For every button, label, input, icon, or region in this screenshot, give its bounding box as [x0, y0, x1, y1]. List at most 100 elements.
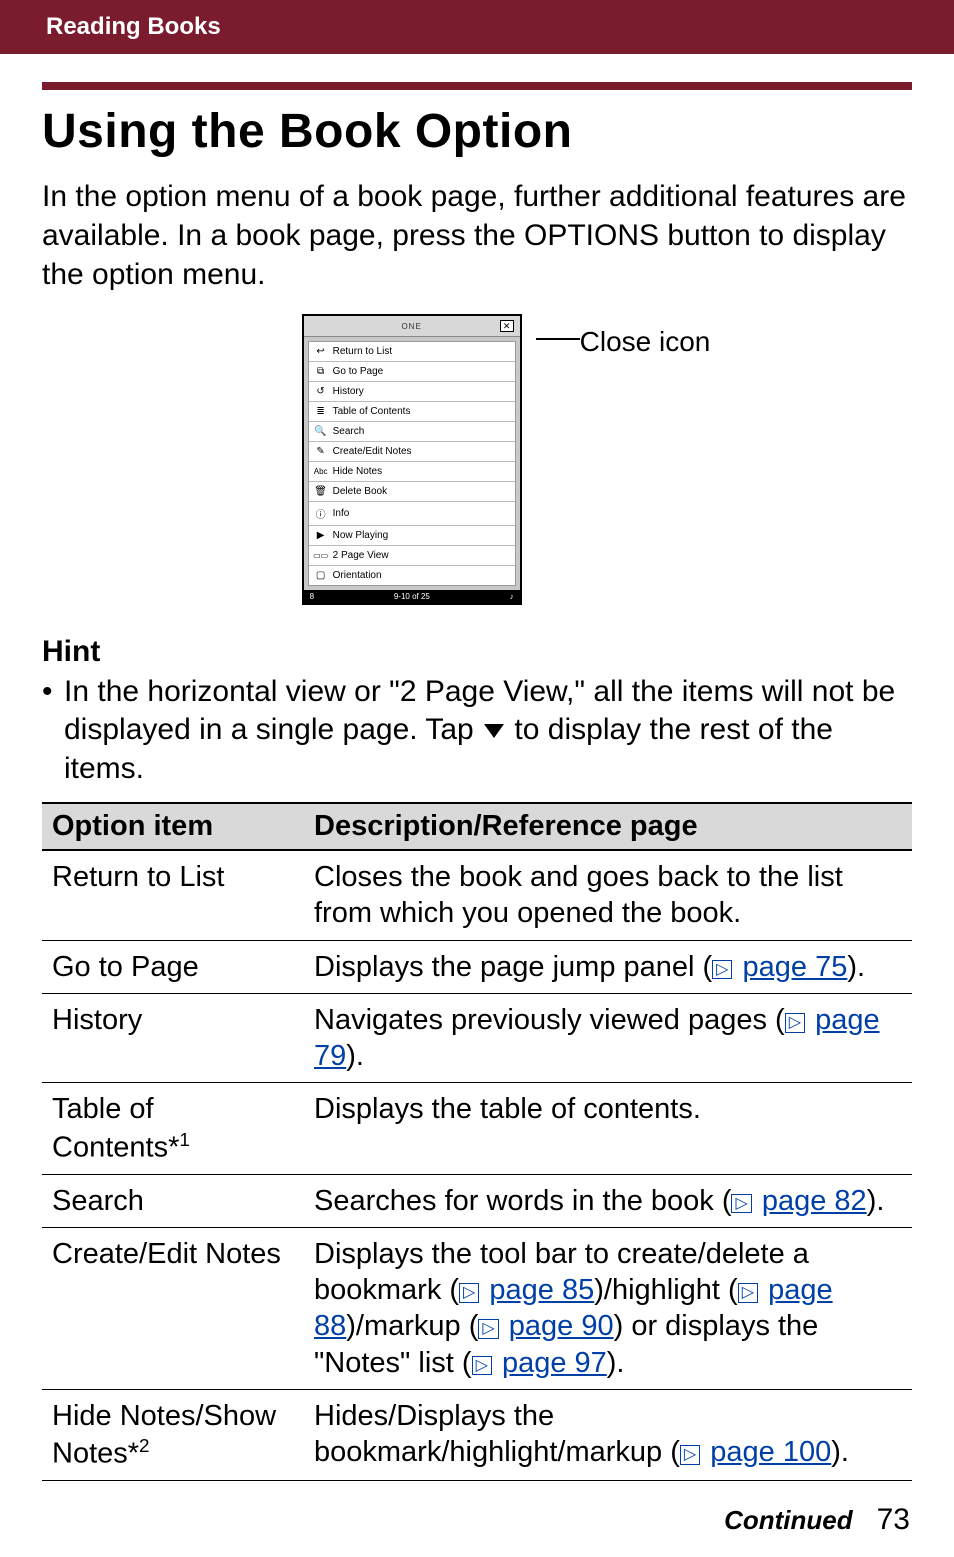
cell-item: Table of Contents*1	[42, 1083, 304, 1174]
footnote-marker: 2	[139, 1435, 149, 1456]
table-row: Go to Page Displays the page jump panel …	[42, 940, 912, 993]
cell-desc: Displays the tool bar to create/delete a…	[304, 1227, 912, 1389]
trash-icon: 🗑	[315, 486, 327, 497]
reference-icon: ▷	[731, 1194, 751, 1214]
down-triangle-icon	[484, 724, 504, 738]
menu-item-label: History	[333, 386, 364, 397]
figure: ONE ✕ ↩ Return to List ⧉ Go to Page ↺ Histo…	[42, 314, 912, 605]
callout-label: Close icon	[580, 326, 711, 358]
page-link[interactable]: page 82	[762, 1185, 867, 1217]
menu-item-label: 2 Page View	[333, 550, 389, 561]
page-number: 73	[877, 1503, 910, 1537]
orientation-icon: ▢	[315, 570, 327, 581]
play-icon: ▶	[315, 530, 327, 541]
page-link[interactable]: page 97	[502, 1347, 607, 1379]
reference-icon: ▷	[785, 1013, 805, 1033]
pencil-icon: ✎	[315, 446, 327, 457]
cell-desc: Displays the page jump panel (▷ page 75)…	[304, 940, 912, 993]
cell-desc: Hides/Displays the bookmark/highlight/ma…	[304, 1389, 912, 1480]
cell-item: Return to List	[42, 850, 304, 940]
page-footer: Continued 73	[724, 1503, 910, 1537]
menu-item-label: Now Playing	[333, 530, 389, 541]
menu-item-label: Return to List	[333, 346, 392, 357]
table-row: Table of Contents*1 Displays the table o…	[42, 1083, 912, 1174]
reference-icon: ▷	[478, 1319, 498, 1339]
menu-item-return-to-list[interactable]: ↩ Return to List	[309, 342, 515, 362]
options-table: Option item Description/Reference page R…	[42, 802, 912, 1481]
menu-item-label: Info	[333, 508, 350, 519]
info-icon: ⓘ	[315, 506, 327, 521]
abc-icon: Abc	[315, 467, 327, 476]
device-brand: ONE	[324, 322, 500, 331]
list-icon: ≣	[315, 406, 327, 417]
page-link[interactable]: page 90	[509, 1310, 614, 1342]
return-icon: ↩	[315, 346, 327, 357]
reference-icon: ▷	[712, 960, 732, 980]
table-row: Return to List Closes the book and goes …	[42, 850, 912, 940]
cell-item: History	[42, 993, 304, 1083]
page-link[interactable]: page 85	[489, 1274, 594, 1306]
page-link[interactable]: page 75	[743, 951, 848, 983]
option-menu: ↩ Return to List ⧉ Go to Page ↺ History ≣ Ta…	[308, 341, 516, 586]
cell-item: Search	[42, 1174, 304, 1227]
pages-icon: ⧉	[315, 366, 327, 377]
menu-item-search[interactable]: 🔍 Search	[309, 422, 515, 442]
footer-right-icon: ♪	[510, 592, 514, 601]
close-icon[interactable]: ✕	[500, 320, 514, 332]
history-icon: ↺	[315, 386, 327, 397]
top-bar: Reading Books	[0, 0, 954, 54]
device-screenshot: ONE ✕ ↩ Return to List ⧉ Go to Page ↺ Histo…	[302, 314, 522, 605]
menu-item-label: Orientation	[333, 570, 382, 581]
continued-label: Continued	[724, 1505, 853, 1536]
hint-heading: Hint	[42, 635, 912, 669]
table-row: History Navigates previously viewed page…	[42, 993, 912, 1083]
footer-center: 9-10 of 25	[394, 592, 430, 601]
bullet-icon: •	[42, 673, 64, 788]
table-row: Hide Notes/Show Notes*2 Hides/Displays t…	[42, 1389, 912, 1480]
two-page-icon: ▭▭	[315, 551, 327, 560]
menu-item-label: Hide Notes	[333, 466, 382, 477]
hint-bullet: • In the horizontal view or "2 Page View…	[42, 673, 912, 788]
page-link[interactable]: page 100	[710, 1436, 831, 1468]
page-title: Using the Book Option	[42, 104, 912, 159]
col-header-desc: Description/Reference page	[304, 803, 912, 850]
reference-icon: ▷	[459, 1283, 479, 1303]
menu-item-toc[interactable]: ≣ Table of Contents	[309, 402, 515, 422]
breadcrumb: Reading Books	[40, 13, 221, 41]
col-header-item: Option item	[42, 803, 304, 850]
menu-item-orientation[interactable]: ▢ Orientation	[309, 566, 515, 585]
cell-item: Hide Notes/Show Notes*2	[42, 1389, 304, 1480]
cell-item: Create/Edit Notes	[42, 1227, 304, 1389]
reference-icon: ▷	[472, 1356, 492, 1376]
reference-icon: ▷	[680, 1445, 700, 1465]
menu-item-label: Create/Edit Notes	[333, 446, 412, 457]
callout-leader-line	[536, 338, 580, 340]
footer-left: 8	[310, 592, 314, 601]
cell-desc: Navigates previously viewed pages (▷ pag…	[304, 993, 912, 1083]
menu-item-label: Search	[333, 426, 365, 437]
menu-item-hide-notes[interactable]: Abc Hide Notes	[309, 462, 515, 482]
device-footer: 8 9-10 of 25 ♪	[304, 590, 520, 603]
menu-item-label: Go to Page	[333, 366, 384, 377]
menu-item-delete-book[interactable]: 🗑 Delete Book	[309, 482, 515, 502]
cell-item: Go to Page	[42, 940, 304, 993]
search-icon: 🔍	[315, 426, 327, 437]
intro-paragraph: In the option menu of a book page, furth…	[42, 177, 912, 294]
menu-item-label: Table of Contents	[333, 406, 411, 417]
menu-item-create-edit-notes[interactable]: ✎ Create/Edit Notes	[309, 442, 515, 462]
table-row: Create/Edit Notes Displays the tool bar …	[42, 1227, 912, 1389]
cell-desc: Searches for words in the book (▷ page 8…	[304, 1174, 912, 1227]
menu-item-history[interactable]: ↺ History	[309, 382, 515, 402]
footnote-marker: 1	[179, 1129, 189, 1150]
cell-desc: Closes the book and goes back to the lis…	[304, 850, 912, 940]
menu-item-go-to-page[interactable]: ⧉ Go to Page	[309, 362, 515, 382]
title-rule	[42, 82, 912, 90]
table-row: Search Searches for words in the book (▷…	[42, 1174, 912, 1227]
menu-item-label: Delete Book	[333, 486, 387, 497]
menu-item-now-playing[interactable]: ▶ Now Playing	[309, 526, 515, 546]
reference-icon: ▷	[738, 1283, 758, 1303]
menu-item-two-page-view[interactable]: ▭▭ 2 Page View	[309, 546, 515, 566]
top-bar-accent	[0, 0, 40, 54]
menu-item-info[interactable]: ⓘ Info	[309, 502, 515, 526]
cell-desc: Displays the table of contents.	[304, 1083, 912, 1174]
